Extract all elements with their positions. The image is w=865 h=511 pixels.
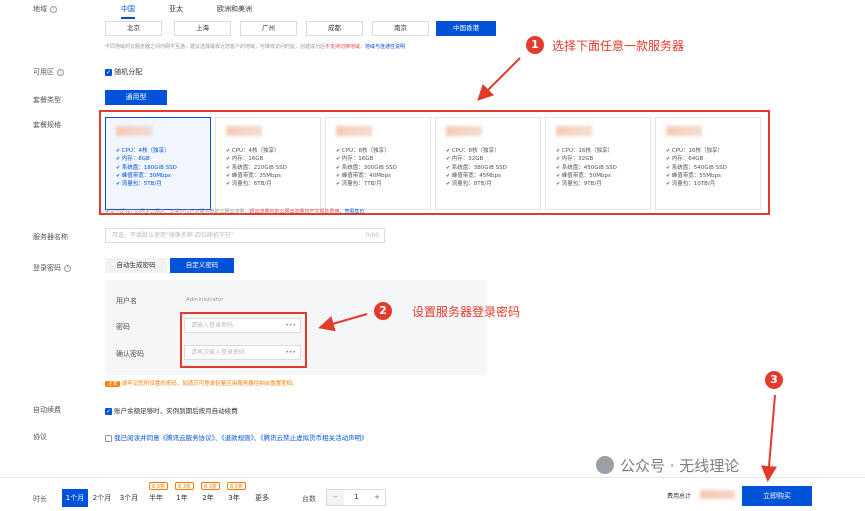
arrow-step-1 [477, 57, 521, 101]
arrow-step-2 [318, 313, 368, 332]
arrow-step-3 [761, 394, 777, 482]
annotation-arrows [318, 57, 777, 482]
